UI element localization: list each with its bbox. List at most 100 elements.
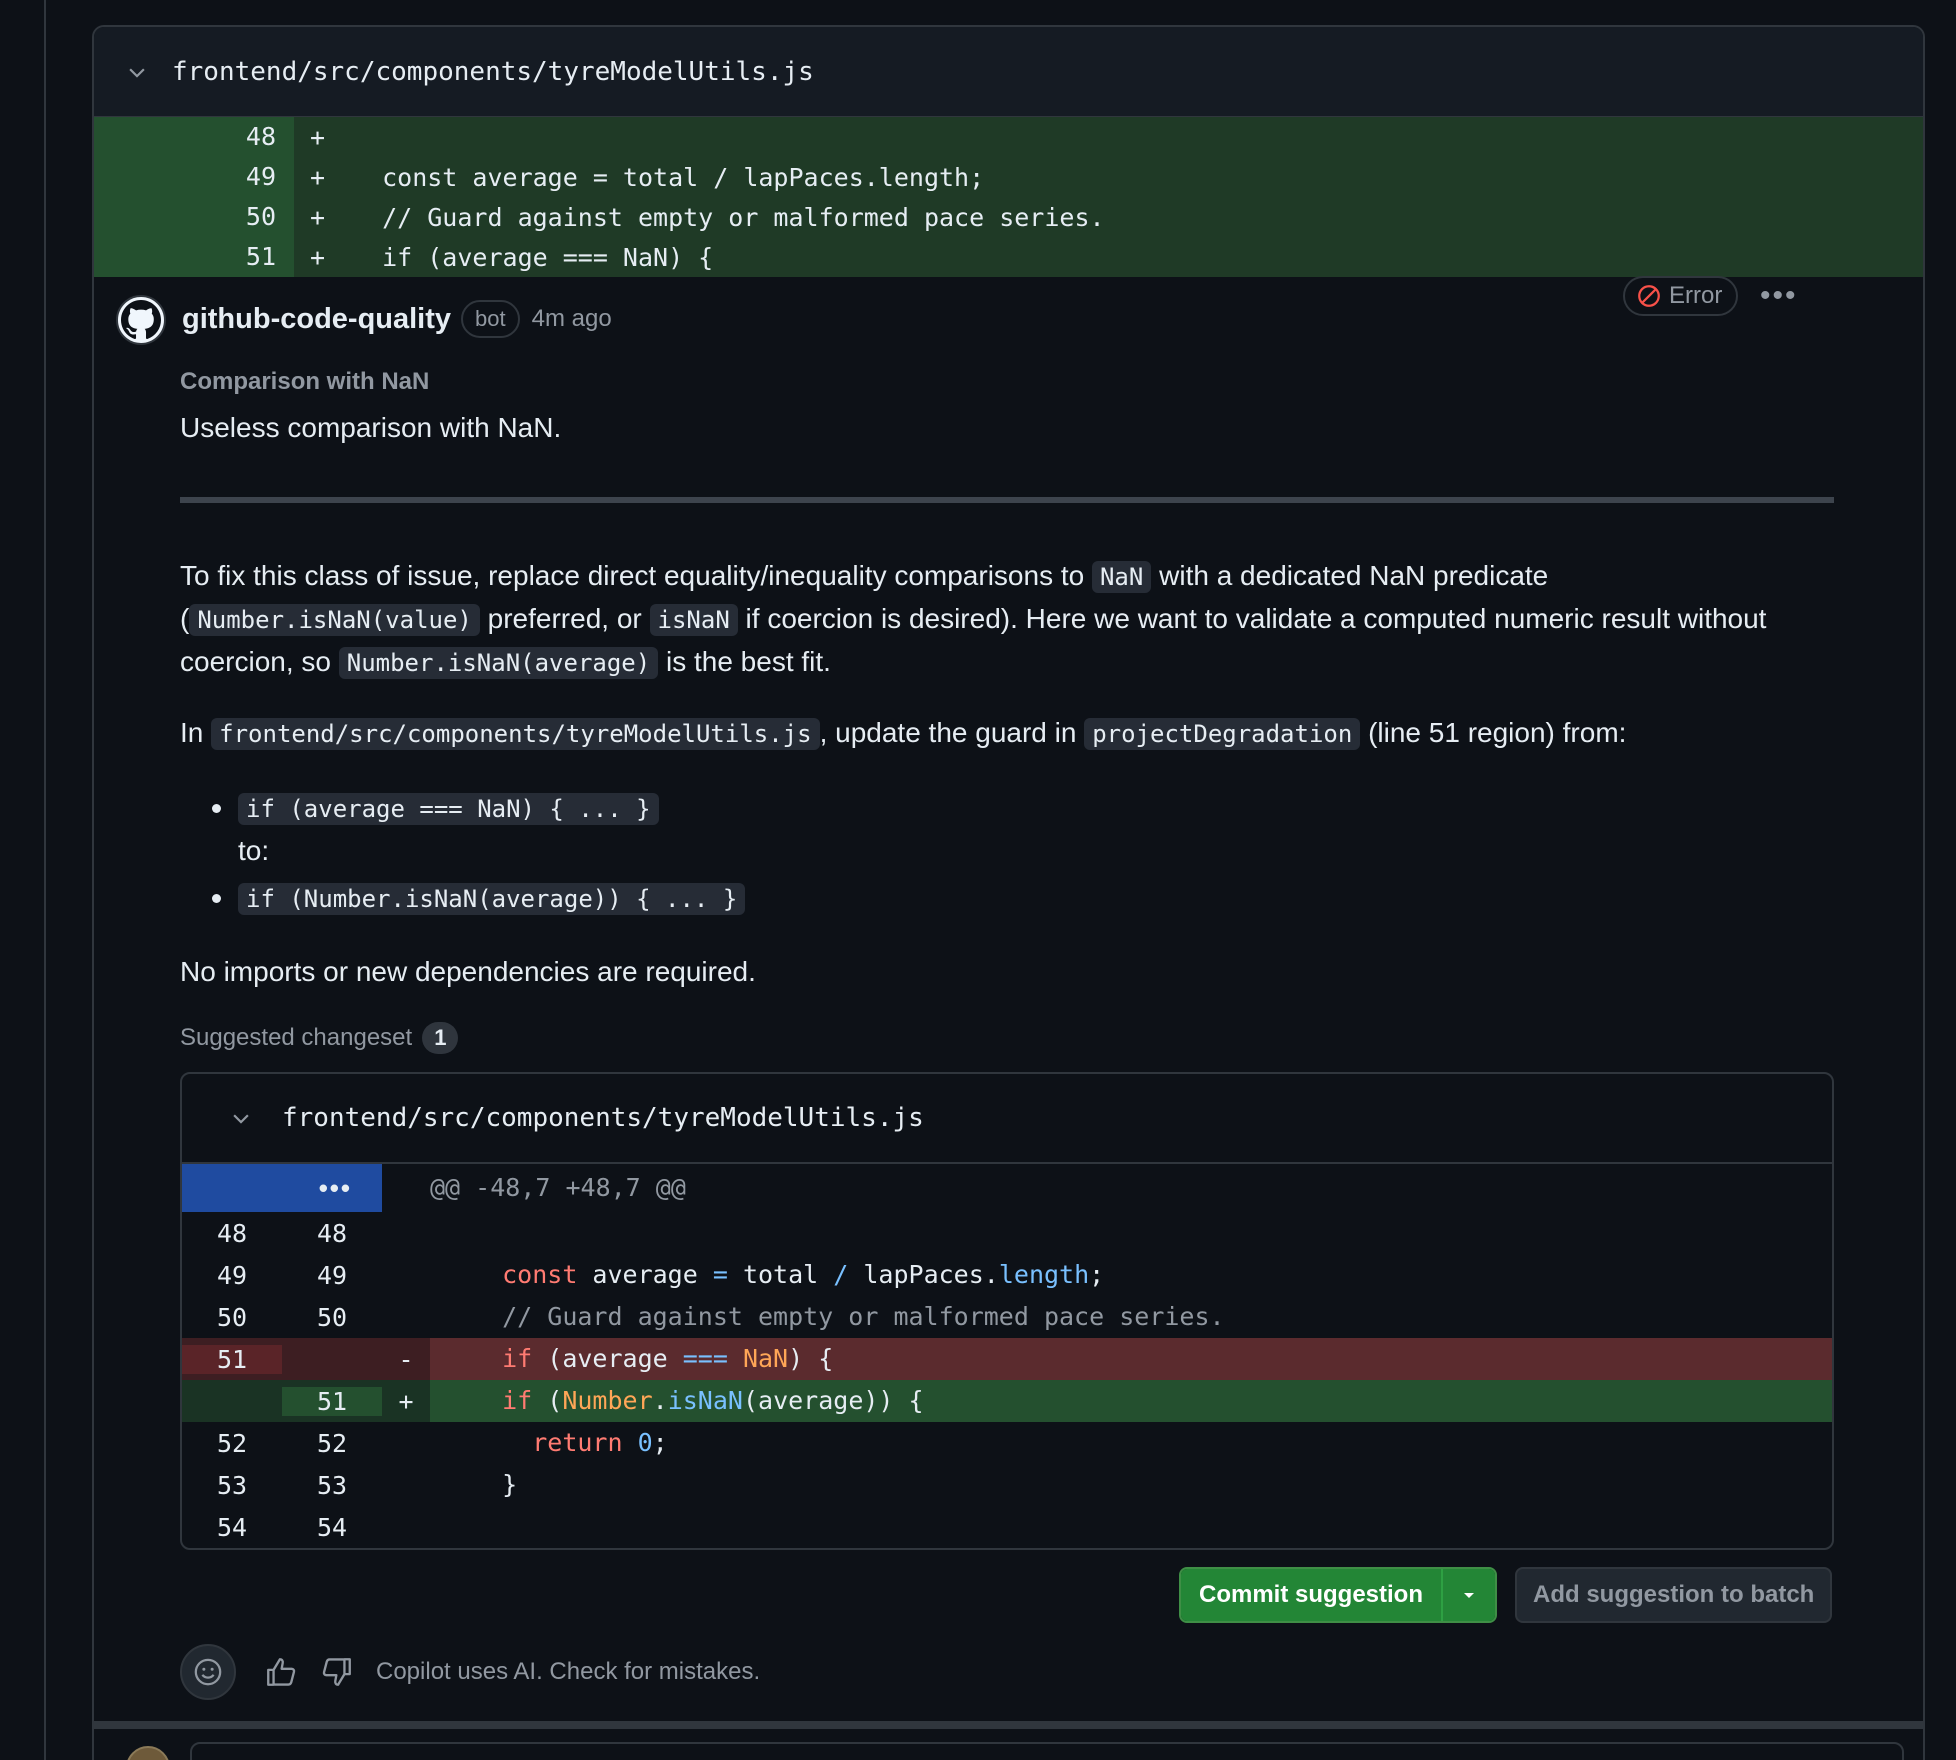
text: (line 51 region) from: xyxy=(1360,717,1627,748)
comment-footer: Copilot uses AI. Check for mistakes. xyxy=(180,1644,760,1700)
line-number[interactable]: 48 xyxy=(94,117,294,157)
text: To fix this class of issue, replace dire… xyxy=(180,560,1092,591)
diff-row: 53 53 } xyxy=(182,1464,1832,1506)
text: In xyxy=(180,717,212,748)
text: preferred, or xyxy=(479,603,650,634)
old-line-number[interactable]: 54 xyxy=(182,1513,282,1542)
code-line: // Guard against empty or malformed pace… xyxy=(502,1302,1225,1331)
inline-code: if (Number.isNaN(average)) { ... } xyxy=(238,883,746,915)
code-line: return 0; xyxy=(532,1428,668,1457)
code-line: const average = total / lapPaces.length; xyxy=(502,1260,1105,1289)
commit-suggestion-button[interactable]: Commit suggestion xyxy=(1181,1569,1444,1621)
old-line-number[interactable]: 48 xyxy=(182,1219,282,1248)
new-line-number[interactable]: 50 xyxy=(282,1303,382,1332)
reply-input[interactable] xyxy=(190,1742,1904,1760)
file-header[interactable]: frontend/src/components/tyreModelUtils.j… xyxy=(94,27,1923,117)
inline-code: frontend/src/components/tyreModelUtils.j… xyxy=(211,718,820,750)
label-text: Suggested changeset xyxy=(180,1024,413,1051)
list-item-continuation: to: xyxy=(238,835,270,866)
suggested-changeset-label: Suggested changeset 1 xyxy=(180,1022,459,1054)
add-to-batch-button[interactable]: Add suggestion to batch xyxy=(1515,1567,1833,1623)
diff-code: // Guard against empty or malformed pace… xyxy=(352,202,1105,232)
diff-code: if (average === NaN) { xyxy=(352,242,714,272)
line-number[interactable]: 50 xyxy=(94,197,294,237)
rule-title: Comparison with NaN xyxy=(180,368,430,395)
context-diff: 48 + 49 + const average = total / lapPac… xyxy=(94,117,1923,277)
diff-sign: + xyxy=(310,162,326,192)
diff-row: 49 + const average = total / lapPaces.le… xyxy=(94,157,1923,197)
diff-row-added: 51 + if (Number.isNaN(average)) { xyxy=(182,1380,1832,1422)
ai-disclaimer: Copilot uses AI. Check for mistakes. xyxy=(376,1658,761,1685)
code-line: if (average === NaN) { xyxy=(430,1338,1832,1380)
inline-code: if (average === NaN) { ... } xyxy=(238,793,659,825)
line-number[interactable]: 51 xyxy=(94,237,294,277)
severity-label: Error xyxy=(1669,282,1723,309)
line-number[interactable]: 49 xyxy=(94,157,294,197)
new-line-number[interactable]: 52 xyxy=(282,1429,382,1458)
suggestion-file-header[interactable]: frontend/src/components/tyreModelUtils.j… xyxy=(182,1074,1832,1164)
bullet-list: if (average === NaN) { ... } to: if (Num… xyxy=(210,786,746,920)
thumbs-down-icon[interactable] xyxy=(320,1655,354,1689)
inline-code: Number.isNaN(average) xyxy=(338,647,659,679)
inline-code: Number.isNaN(value) xyxy=(189,604,480,636)
expand-icon[interactable]: ••• xyxy=(182,1164,382,1212)
instruction-paragraph: In frontend/src/components/tyreModelUtil… xyxy=(180,712,1880,755)
section-divider xyxy=(92,1721,1925,1729)
text: , update the guard in xyxy=(819,717,1085,748)
old-line-number[interactable]: 50 xyxy=(182,1303,282,1332)
new-line-number[interactable]: 49 xyxy=(282,1261,382,1290)
stop-icon xyxy=(1638,285,1660,307)
timestamp[interactable]: 4m ago xyxy=(532,305,612,333)
diff-sign: + xyxy=(398,1386,414,1416)
rule-description: Useless comparison with NaN. xyxy=(180,412,562,443)
inline-code: NaN xyxy=(1091,561,1152,593)
diff-row-deleted: 51 - if (average === NaN) { xyxy=(182,1338,1832,1380)
list-item: if (Number.isNaN(average)) { ... } xyxy=(210,876,746,920)
author-name[interactable]: github-code-quality xyxy=(182,303,451,336)
avatar[interactable] xyxy=(116,295,166,345)
diff-row: 50 50 // Guard against empty or malforme… xyxy=(182,1296,1832,1338)
chevron-down-icon[interactable] xyxy=(230,1107,252,1129)
hunk-header: ••• @@ -48,7 +48,7 @@ xyxy=(182,1164,1832,1212)
diff-sign: - xyxy=(398,1344,414,1374)
old-line-number[interactable]: 52 xyxy=(182,1429,282,1458)
new-line-number[interactable]: 53 xyxy=(282,1471,382,1500)
timeline-rule xyxy=(44,0,46,1760)
more-options-icon[interactable]: ••• xyxy=(1760,281,1798,311)
github-logo-icon xyxy=(121,300,161,340)
inline-code: isNaN xyxy=(649,604,738,636)
add-reaction-button[interactable] xyxy=(180,1644,236,1700)
code-line: } xyxy=(502,1470,518,1499)
diff-row: 48 48 xyxy=(182,1212,1832,1254)
commit-options-dropdown[interactable] xyxy=(1443,1569,1496,1621)
new-line-number[interactable]: 54 xyxy=(282,1513,382,1542)
text: is the best fit. xyxy=(658,646,831,677)
inline-code: projectDegradation xyxy=(1084,718,1361,750)
diff-row: 49 49 const average = total / lapPaces.l… xyxy=(182,1254,1832,1296)
closing-paragraph: No imports or new dependencies are requi… xyxy=(180,956,756,987)
new-line-number[interactable]: 51 xyxy=(282,1386,382,1416)
code-line: if (Number.isNaN(average)) { xyxy=(430,1380,1832,1422)
diff-row: 48 + xyxy=(94,117,1923,157)
chevron-down-icon[interactable] xyxy=(126,61,148,83)
bot-badge: bot xyxy=(461,300,520,338)
old-line-number[interactable]: 49 xyxy=(182,1261,282,1290)
old-line-number[interactable]: 51 xyxy=(182,1344,282,1374)
thumbs-up-icon[interactable] xyxy=(264,1655,298,1689)
file-path[interactable]: frontend/src/components/tyreModelUtils.j… xyxy=(282,1103,924,1133)
old-line-number[interactable]: 53 xyxy=(182,1471,282,1500)
diff-code: const average = total / lapPaces.length; xyxy=(352,162,985,192)
diff-sign: + xyxy=(310,122,326,152)
triangle-down-icon xyxy=(1464,1593,1475,1598)
diff-row: 50 + // Guard against empty or malformed… xyxy=(94,197,1923,237)
diff-row: 52 52 return 0; xyxy=(182,1422,1832,1464)
file-path[interactable]: frontend/src/components/tyreModelUtils.j… xyxy=(172,57,814,87)
diff-row: 54 54 xyxy=(182,1506,1832,1548)
list-item: if (average === NaN) { ... } xyxy=(210,786,745,830)
suggestion-diff: frontend/src/components/tyreModelUtils.j… xyxy=(180,1072,1834,1550)
new-line-number[interactable]: 48 xyxy=(282,1219,382,1248)
count-badge: 1 xyxy=(422,1022,459,1054)
diff-sign: + xyxy=(310,202,326,232)
